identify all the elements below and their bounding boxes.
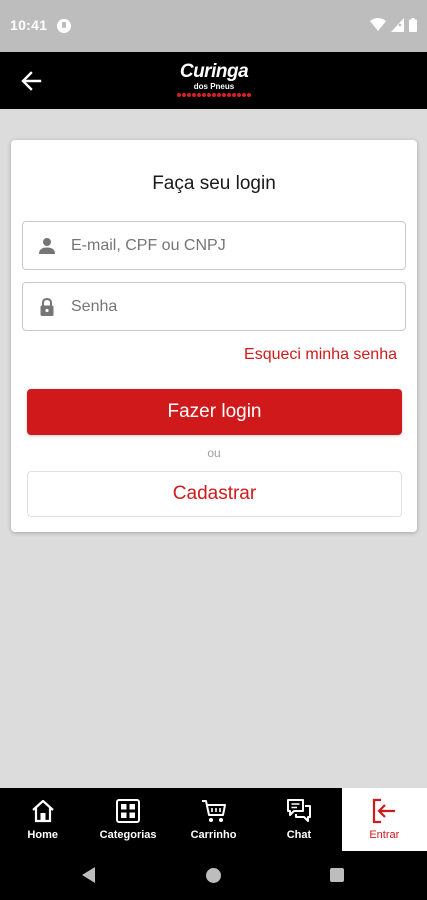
nav-label-categories: Categorias	[99, 829, 157, 841]
login-button[interactable]: Fazer login	[27, 389, 402, 435]
password-input[interactable]	[71, 283, 391, 330]
categories-icon	[116, 799, 141, 823]
chat-icon	[286, 799, 311, 822]
lock-icon	[40, 297, 54, 316]
nav-label-cart: Carrinho	[190, 829, 237, 841]
arrow-back-icon	[21, 71, 42, 91]
battery-icon	[409, 18, 417, 32]
email-input[interactable]	[71, 222, 391, 269]
status-time: 10:41	[10, 17, 48, 33]
logo-main-text: Curinga	[179, 61, 249, 82]
person-icon	[39, 238, 55, 254]
brand-logo: Curinga dos Pneus	[175, 62, 253, 104]
nav-label-home: Home	[27, 829, 58, 841]
nav-label-chat: Chat	[286, 829, 312, 841]
password-field[interactable]	[22, 282, 406, 331]
nav-item-chat[interactable]: Chat	[256, 788, 341, 851]
status-bar: 10:41	[0, 0, 427, 52]
back-button[interactable]	[20, 70, 42, 92]
wifi-icon	[370, 18, 386, 31]
app-header: Curinga dos Pneus	[0, 52, 427, 109]
nav-item-categories[interactable]: Categorias	[85, 788, 170, 851]
forgot-password-link[interactable]: Esqueci minha senha	[244, 346, 397, 364]
system-nav-bar	[0, 851, 427, 900]
system-home-icon[interactable]	[206, 868, 221, 883]
or-separator: ou	[207, 446, 221, 460]
register-button[interactable]: Cadastrar	[27, 471, 402, 517]
home-icon	[31, 799, 54, 823]
system-back-icon[interactable]	[82, 867, 95, 883]
login-title: Faça seu login	[152, 173, 276, 194]
signal-icon	[391, 18, 404, 32]
nav-item-cart[interactable]: Carrinho	[171, 788, 256, 851]
system-recents-icon[interactable]	[330, 868, 344, 882]
nav-label-login: Entrar	[369, 829, 400, 841]
bottom-nav: Home Categorias Carrinho Chat Entrar	[0, 788, 427, 851]
logo-sub-text: dos Pneus	[193, 82, 235, 91]
login-card: Faça seu login Esqueci minha senha Fazer…	[11, 140, 417, 532]
cart-icon	[201, 800, 226, 822]
email-field[interactable]	[22, 221, 406, 270]
logo-dots	[175, 93, 253, 97]
notification-app-icon	[57, 19, 71, 33]
nav-item-home[interactable]: Home	[0, 788, 85, 851]
nav-item-login[interactable]: Entrar	[341, 788, 427, 851]
status-icons	[370, 18, 417, 32]
login-icon	[373, 798, 396, 824]
